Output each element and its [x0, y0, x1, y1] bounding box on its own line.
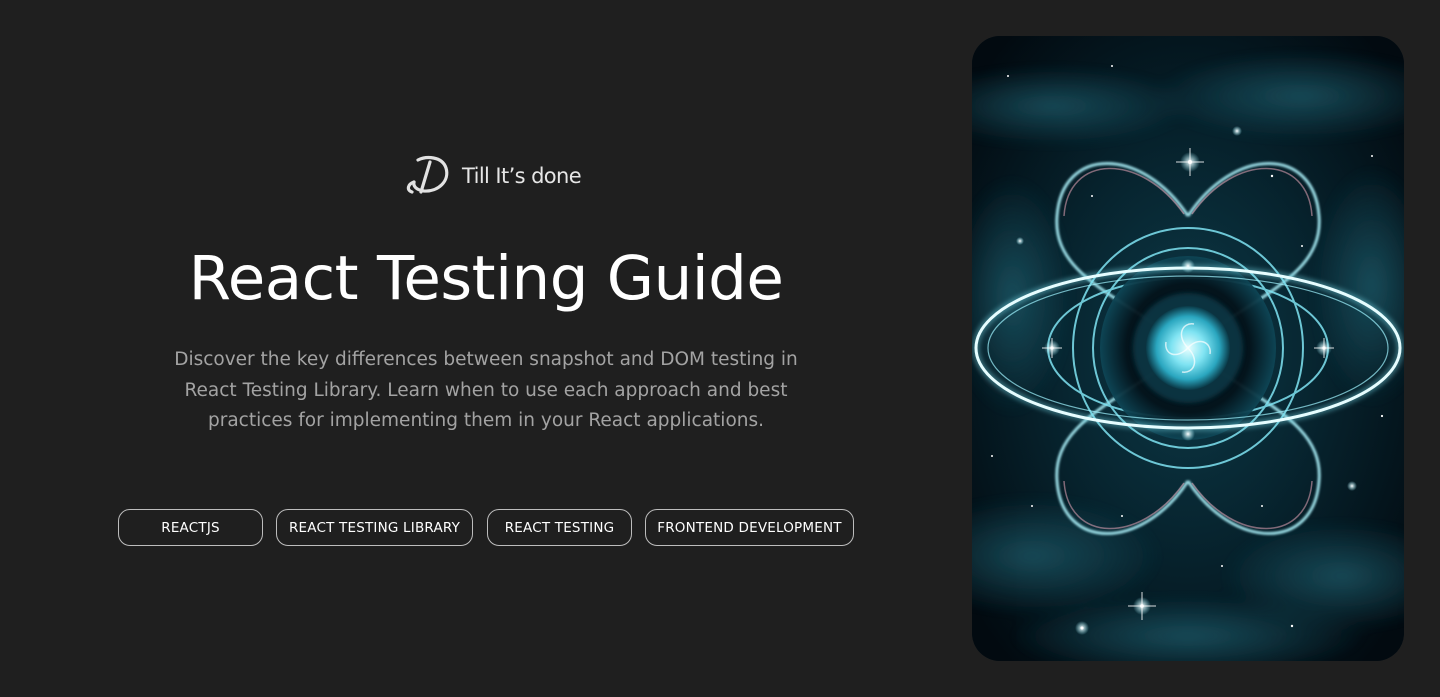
- tag-reactjs[interactable]: REACTJS: [118, 509, 263, 546]
- tag-frontend-development[interactable]: FRONTEND DEVELOPMENT: [645, 509, 854, 546]
- tag-list: REACTJS REACT TESTING LIBRARY REACT TEST…: [0, 509, 972, 547]
- tag-react-testing[interactable]: REACT TESTING: [487, 509, 632, 546]
- cosmic-atom-illustration: [972, 36, 1404, 661]
- article-hero-page: Till It’s done React Testing Guide Disco…: [0, 0, 1440, 697]
- tag-react-testing-library[interactable]: REACT TESTING LIBRARY: [276, 509, 473, 546]
- page-title: React Testing Guide: [188, 243, 784, 314]
- hero-image: [972, 36, 1404, 661]
- brand-name: Till It’s done: [462, 164, 582, 188]
- brand[interactable]: Till It’s done: [404, 154, 582, 196]
- hero-text-column: Till It’s done React Testing Guide Disco…: [0, 0, 972, 697]
- page-description: Discover the key differences between sna…: [174, 349, 798, 431]
- till-its-done-logo-icon: [406, 156, 449, 194]
